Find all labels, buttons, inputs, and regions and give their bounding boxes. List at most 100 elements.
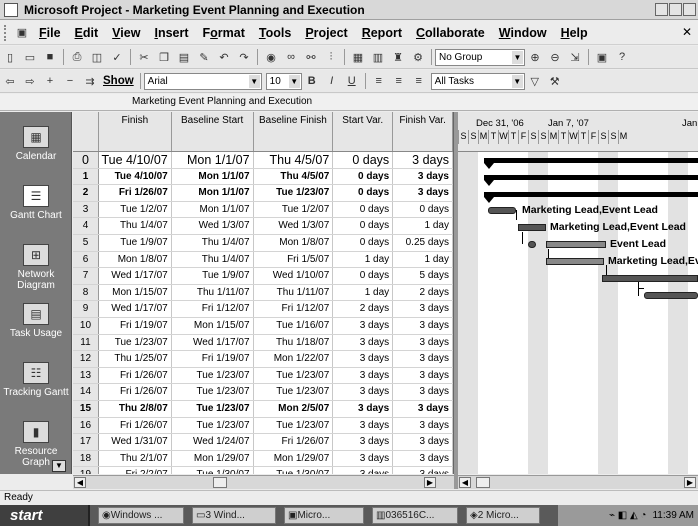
table-row[interactable]: 0 Tue 4/10/07 Mon 1/1/07 Thu 4/5/07 0 days 3 … [73, 152, 453, 169]
cell-id[interactable]: 17 [73, 434, 99, 450]
table-row[interactable]: 6 Mon 1/8/07 Thu 1/4/07 Fri 1/5/07 1 day 1 da… [73, 251, 453, 269]
cell-baseline-finish[interactable]: Tue 1/30/07 [254, 467, 334, 474]
cell-start-var[interactable]: 3 days [333, 367, 394, 384]
cell-id[interactable]: 0 [73, 152, 99, 168]
cell-baseline-start[interactable]: Tue 1/30/07 [172, 467, 254, 474]
cell-finish[interactable]: Wed 1/17/07 [99, 268, 172, 284]
view-bar-scroll-down[interactable]: ▼ [52, 460, 66, 472]
cell-baseline-finish[interactable]: Wed 1/10/07 [254, 268, 334, 284]
chevron-down-icon[interactable]: ▼ [248, 74, 260, 88]
cell-start-var[interactable]: 0 days [333, 234, 394, 251]
cell-baseline-start[interactable]: Fri 1/12/07 [172, 301, 254, 317]
cell-finish[interactable]: Tue 4/10/07 [99, 152, 172, 168]
cell-baseline-start[interactable]: Mon 1/1/07 [172, 185, 254, 201]
cell-start-var[interactable]: 0 days [333, 185, 394, 201]
cell-finish-var[interactable]: 3 days [393, 434, 453, 450]
cell-baseline-finish[interactable]: Tue 1/16/07 [254, 317, 334, 334]
table-row[interactable]: 1 Tue 4/10/07 Mon 1/1/07 Thu 4/5/07 0 days 3 … [73, 168, 453, 186]
scroll-right-icon[interactable]: ▶ [424, 477, 436, 488]
cell-finish-var[interactable]: 3 days [393, 450, 453, 467]
table-row[interactable]: 5 Tue 1/9/07 Thu 1/4/07 Mon 1/8/07 0 days 0.2… [73, 234, 453, 252]
underline-icon[interactable]: U [344, 73, 360, 89]
redo-icon[interactable]: ↷ [236, 49, 252, 65]
start-button[interactable]: start [0, 505, 90, 526]
scroll-thumb[interactable] [213, 477, 227, 488]
menu-tools[interactable]: Tools [252, 26, 298, 40]
cell-finish[interactable]: Fri 1/26/07 [99, 417, 172, 434]
cell-id[interactable]: 3 [73, 201, 99, 218]
menu-format[interactable]: Format [196, 26, 252, 40]
summary-bar[interactable] [484, 175, 698, 180]
close-document-icon[interactable]: ✕ [682, 25, 692, 39]
align-center-icon[interactable]: ≡ [391, 73, 407, 89]
gantt-horizontal-scrollbar[interactable]: ◀ ▶ [458, 475, 698, 489]
cell-finish[interactable]: Wed 1/17/07 [99, 301, 172, 317]
format-painter-icon[interactable]: ✎ [196, 49, 212, 65]
cell-start-var[interactable]: 3 days [333, 417, 394, 434]
align-right-icon[interactable]: ≡ [411, 73, 427, 89]
cell-id[interactable]: 18 [73, 450, 99, 467]
cell-baseline-finish[interactable]: Fri 1/12/07 [254, 301, 334, 317]
cell-finish[interactable]: Fri 1/26/07 [99, 185, 172, 201]
cell-baseline-finish[interactable]: Mon 2/5/07 [254, 400, 334, 417]
cell-finish-var[interactable]: 3 days [393, 185, 453, 201]
task-bar[interactable] [644, 292, 698, 299]
cell-baseline-start[interactable]: Mon 1/1/07 [172, 152, 254, 168]
group-by-dropdown[interactable]: No Group ▼ [435, 48, 525, 66]
column-header-baseline-finish[interactable]: Baseline Finish [254, 112, 334, 151]
cell-baseline-finish[interactable]: Mon 1/8/07 [254, 234, 334, 251]
copy-icon[interactable]: ❐ [156, 49, 172, 65]
view-bar-network-diagram[interactable]: ⊞ Network Diagram [0, 244, 72, 291]
cell-finish-var[interactable]: 5 days [393, 268, 453, 284]
cell-finish-var[interactable]: 1 day [393, 251, 453, 268]
task-notes-icon[interactable]: ▥ [370, 49, 386, 65]
font-size-dropdown[interactable]: 10 ▼ [265, 72, 302, 90]
open-icon[interactable]: ▭ [22, 49, 38, 65]
table-row[interactable]: 14 Fri 1/26/07 Tue 1/23/07 Tue 1/23/07 3 day… [73, 384, 453, 401]
table-row[interactable]: 19Fri 2/2/07Tue 1/30/07Tue 1/30/073 days… [73, 467, 453, 474]
print-preview-icon[interactable]: ◫ [89, 49, 105, 65]
autofilter-icon[interactable]: ▽ [527, 73, 543, 89]
cell-finish[interactable]: Fri 1/26/07 [99, 384, 172, 400]
table-row[interactable]: 8 Mon 1/15/07 Thu 1/11/07 Thu 1/11/07 1 day 2… [73, 284, 453, 302]
table-row[interactable]: 11 Tue 1/23/07 Wed 1/17/07 Thu 1/18/07 3 day… [73, 334, 453, 352]
cell-id[interactable]: 8 [73, 284, 99, 301]
cell-baseline-start[interactable]: Thu 1/4/07 [172, 234, 254, 251]
cell-id[interactable]: 5 [73, 234, 99, 251]
cell-finish[interactable]: Thu 1/25/07 [99, 351, 172, 367]
cell-baseline-start[interactable]: Fri 1/19/07 [172, 351, 254, 367]
view-bar-tracking-gantt[interactable]: ☷ Tracking Gantt [0, 362, 72, 398]
font-dropdown[interactable]: Arial ▼ [143, 72, 262, 90]
link-tasks-icon[interactable]: ∞ [283, 49, 299, 65]
cell-baseline-finish[interactable]: Tue 1/23/07 [254, 417, 334, 434]
task-information-icon[interactable]: ▦ [350, 49, 366, 65]
table-row[interactable]: 10 Fri 1/19/07 Mon 1/15/07 Tue 1/16/07 3 day… [73, 317, 453, 335]
cell-baseline-start[interactable]: Mon 1/29/07 [172, 450, 254, 467]
split-task-icon[interactable]: ⫶ [323, 49, 339, 65]
cell-baseline-start[interactable]: Tue 1/23/07 [172, 367, 254, 384]
cell-baseline-start[interactable]: Thu 1/4/07 [172, 251, 254, 268]
gantt-wizard-icon[interactable]: ⚒ [547, 73, 563, 89]
scroll-to-task-icon[interactable]: ⇲ [567, 49, 583, 65]
taskbar-task[interactable]: ▭ 3 Wind... [192, 507, 276, 524]
task-bar[interactable] [488, 207, 516, 214]
entry-bar[interactable]: Marketing Event Planning and Execution [0, 94, 698, 111]
cell-finish-var[interactable]: 3 days [393, 400, 453, 417]
menu-collaborate[interactable]: Collaborate [409, 26, 492, 40]
cell-finish[interactable]: Mon 1/15/07 [99, 284, 172, 301]
table-row[interactable]: 12 Thu 1/25/07 Fri 1/19/07 Mon 1/22/07 3 day… [73, 351, 453, 368]
publish-icon[interactable]: ⚙ [410, 49, 426, 65]
cell-finish-var[interactable]: 3 days [393, 301, 453, 317]
menu-help[interactable]: Help [554, 26, 595, 40]
cell-start-var[interactable]: 0 days [333, 152, 394, 168]
cell-baseline-finish[interactable]: Mon 1/22/07 [254, 351, 334, 367]
cell-finish-var[interactable]: 3 days [393, 168, 453, 185]
cell-baseline-finish[interactable]: Fri 1/5/07 [254, 251, 334, 268]
cell-start-var[interactable]: 3 days [333, 334, 394, 351]
cell-baseline-finish[interactable]: Thu 1/18/07 [254, 334, 334, 351]
cell-baseline-finish[interactable]: Tue 1/23/07 [254, 384, 334, 400]
cell-baseline-start[interactable]: Mon 1/1/07 [172, 201, 254, 218]
cell-id[interactable]: 2 [73, 185, 99, 201]
column-header-finish[interactable]: Finish [99, 112, 172, 151]
cell-finish-var[interactable]: 3 days [393, 417, 453, 434]
